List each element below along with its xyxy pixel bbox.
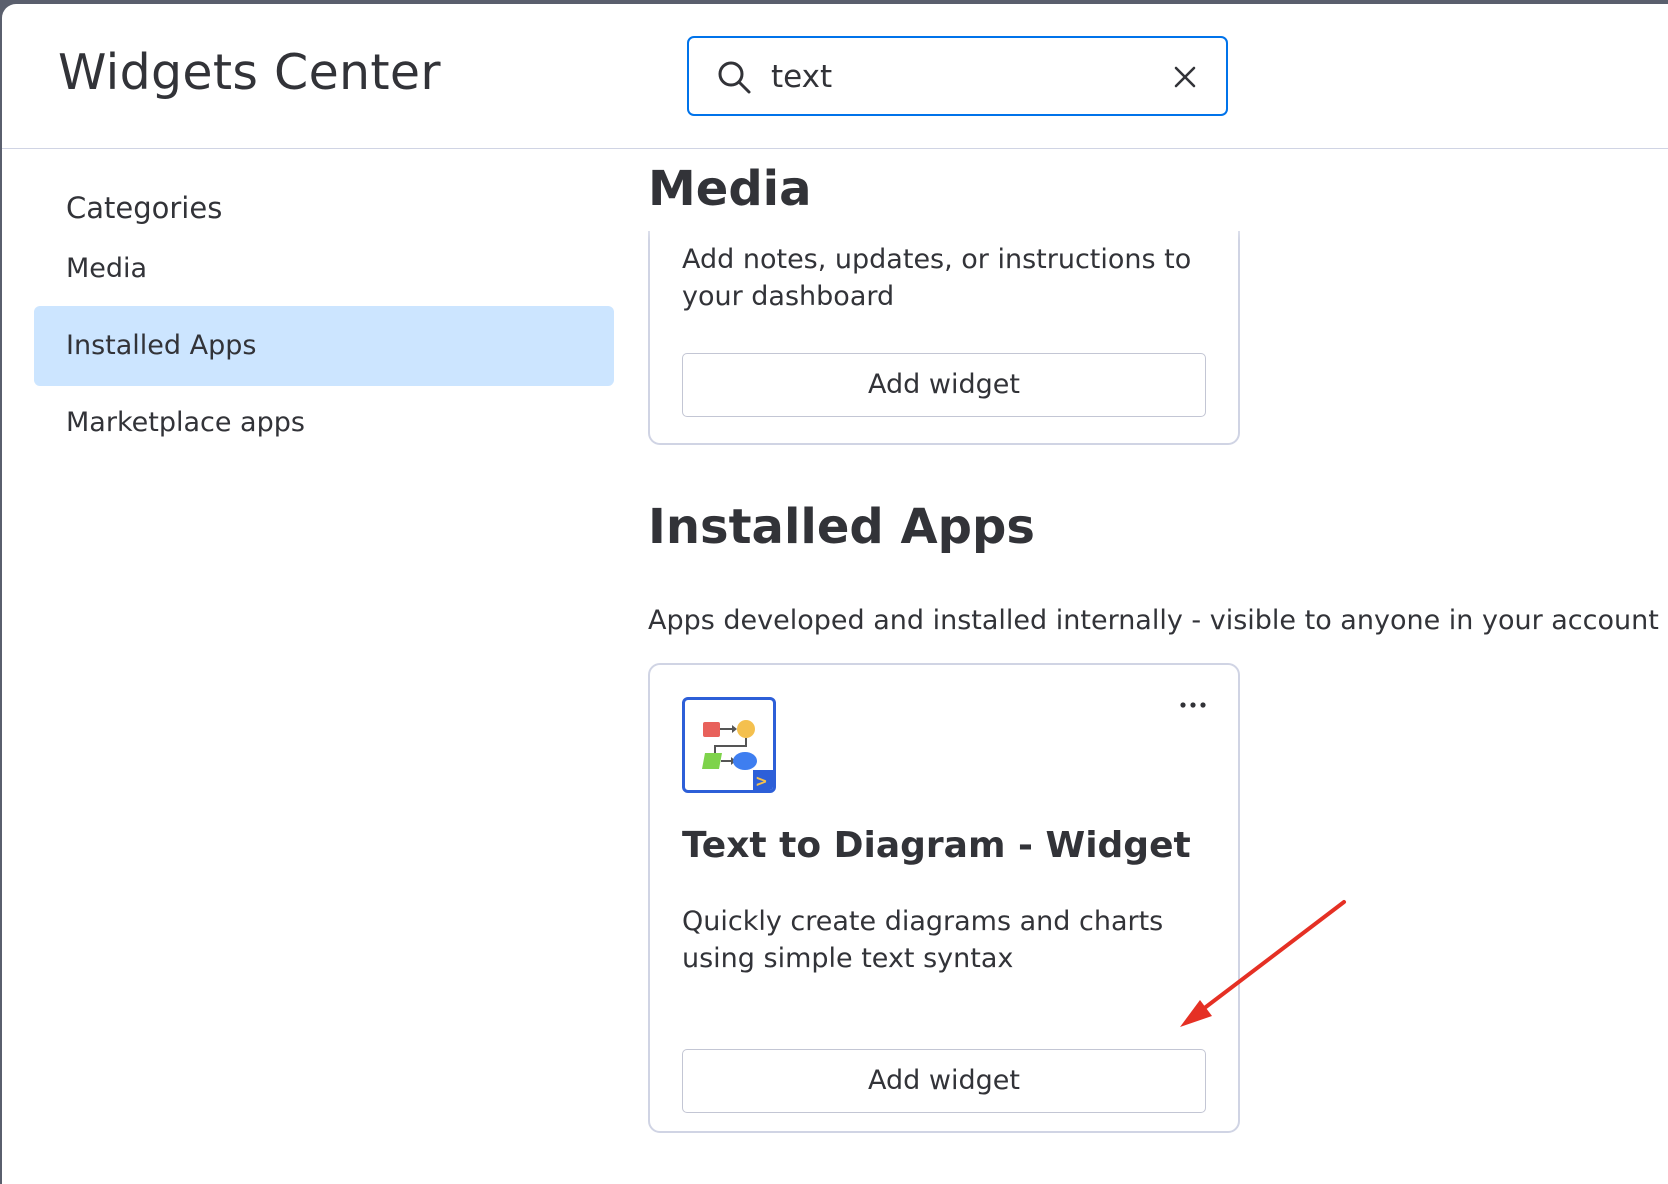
sidebar-item-label: Media (66, 253, 148, 284)
sidebar-item-label: Installed Apps (66, 330, 257, 361)
search-input[interactable]: text (771, 58, 832, 96)
sidebar-item-media[interactable]: Media (34, 229, 614, 309)
card-description: Quickly create diagrams and charts using… (682, 906, 1164, 974)
widgets-center-modal: Widgets Center text Categories Media Ins… (2, 4, 1668, 1184)
section-title-media: Media (648, 161, 812, 217)
sidebar-item-installed-apps[interactable]: Installed Apps (34, 306, 614, 386)
card-title: Text to Diagram - Widget (682, 825, 1191, 866)
categories-sidebar: Categories Media Installed Apps Marketpl… (2, 151, 622, 1181)
modal-header: Widgets Center text (2, 4, 1668, 149)
sidebar-item-marketplace-apps[interactable]: Marketplace apps (34, 383, 614, 463)
card-description: Add notes, updates, or instructions to y… (682, 244, 1192, 312)
add-widget-button[interactable]: Add widget (682, 1049, 1206, 1113)
media-widget-card: Add notes, updates, or instructions to y… (648, 231, 1240, 445)
svg-text:>: > (756, 771, 767, 790)
search-field[interactable]: text (687, 36, 1228, 116)
flowchart-app-icon: > (682, 697, 776, 793)
close-icon[interactable] (1170, 62, 1200, 92)
sidebar-item-label: Marketplace apps (66, 407, 305, 438)
categories-heading: Categories (66, 191, 223, 225)
section-description: Apps developed and installed internally … (648, 605, 1659, 636)
annotation-arrow-icon (1180, 900, 1346, 1027)
modal-title: Widgets Center (58, 44, 441, 101)
search-icon (718, 61, 751, 94)
more-options-icon[interactable] (1178, 699, 1208, 711)
section-title-installed-apps: Installed Apps (648, 499, 1035, 555)
add-widget-button[interactable]: Add widget (682, 353, 1206, 417)
